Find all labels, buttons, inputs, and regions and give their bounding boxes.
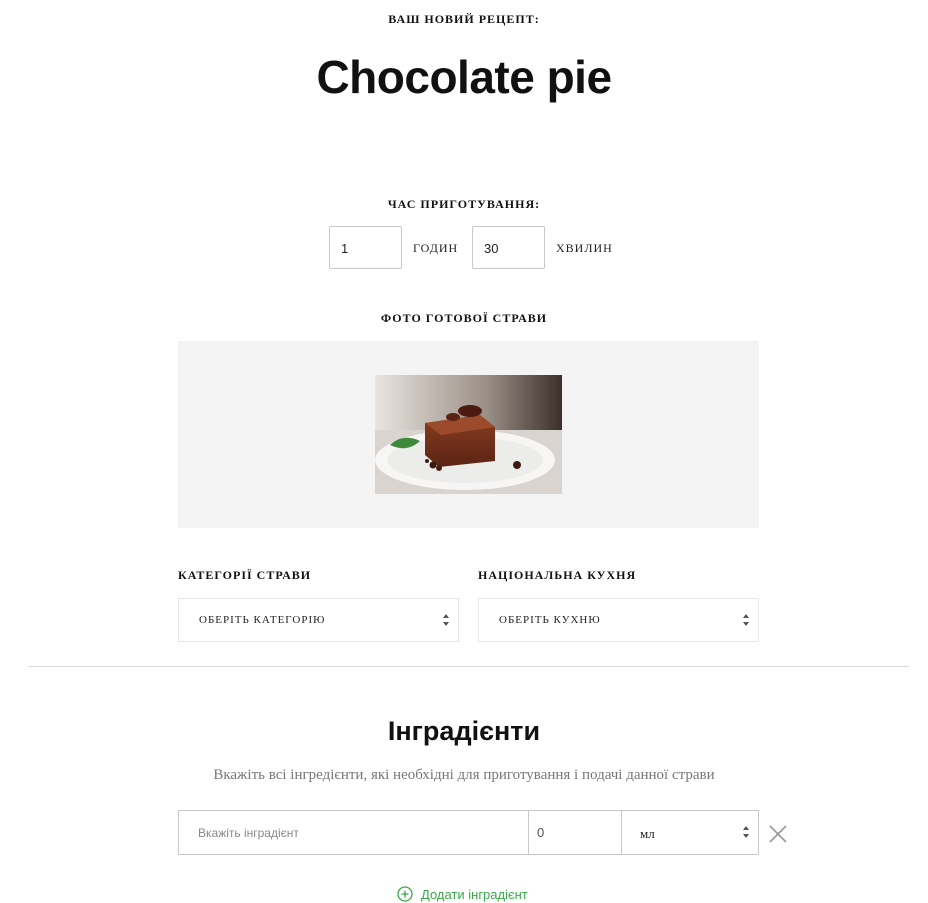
- remove-ingredient-close-icon[interactable]: [767, 823, 789, 845]
- minutes-unit-label: ХВИЛИН: [556, 241, 613, 255]
- cuisine-label: НАЦІОНАЛЬНА КУХНЯ: [478, 568, 637, 582]
- hours-unit-label: ГОДИН: [413, 241, 459, 255]
- ingredients-heading: Інградієнти: [387, 716, 541, 746]
- section-divider: [28, 666, 909, 667]
- category-select[interactable]: ОБЕРІТЬ КАТЕГОРІЮ: [178, 598, 459, 642]
- minutes-input[interactable]: 30: [472, 226, 545, 269]
- ingredient-quantity-value: 0: [537, 825, 545, 840]
- hours-input[interactable]: 1: [329, 226, 402, 269]
- page-eyebrow: ВАШ НОВИЙ РЕЦЕПТ:: [388, 12, 540, 26]
- chocolate-pie-image: [375, 375, 562, 494]
- select-arrows-icon: [743, 826, 749, 838]
- select-arrows-icon: [443, 614, 449, 626]
- category-label: КАТЕГОРІЇ СТРАВИ: [178, 568, 312, 582]
- add-ingredient-label: Додати інградієнт: [421, 886, 528, 902]
- plus-circle-icon: [397, 886, 413, 902]
- ingredient-name-placeholder: Вкажіть інградієнт: [198, 826, 299, 840]
- category-selected-value: ОБЕРІТЬ КАТЕГОРІЮ: [199, 614, 326, 626]
- ingredient-unit-select[interactable]: мл: [622, 811, 758, 854]
- photo-label: ФОТО ГОТОВОЇ СТРАВИ: [380, 311, 548, 325]
- dish-photo[interactable]: [375, 375, 562, 494]
- select-arrows-icon: [743, 614, 749, 626]
- ingredients-hint: Вкажіть всі інгредієнти, які необхідні д…: [213, 767, 715, 783]
- ingredient-row: Вкажіть інградієнт 0 мл: [178, 810, 759, 855]
- cuisine-selected-value: ОБЕРІТЬ КУХНЮ: [499, 614, 601, 626]
- cuisine-select[interactable]: ОБЕРІТЬ КУХНЮ: [478, 598, 759, 642]
- add-ingredient-button[interactable]: Додати інградієнт: [397, 885, 528, 903]
- ingredient-name-input[interactable]: Вкажіть інградієнт: [179, 811, 529, 854]
- ingredient-quantity-input[interactable]: 0: [528, 811, 622, 854]
- photo-upload-area[interactable]: [178, 341, 759, 528]
- ingredient-unit-value: мл: [640, 826, 655, 841]
- cook-time-label: ЧАС ПРИГОТУВАННЯ:: [387, 197, 541, 211]
- recipe-title: Chocolate pie: [316, 51, 612, 103]
